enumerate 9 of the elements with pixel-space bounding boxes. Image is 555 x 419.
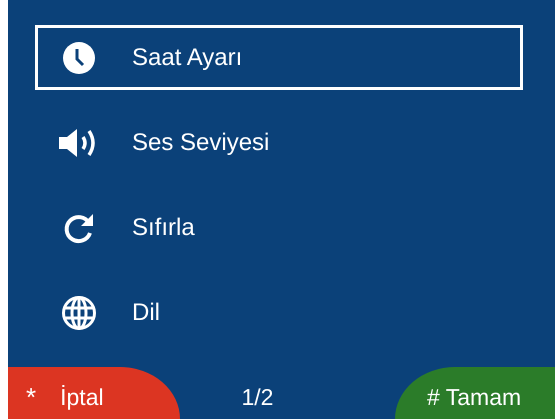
menu-item[interactable]: Sıfırla	[35, 195, 523, 260]
ok-button[interactable]: # Tamam	[394, 367, 555, 419]
clock-icon	[62, 40, 96, 74]
globe-icon	[61, 294, 97, 330]
page-indicator: 1/2	[242, 382, 274, 410]
menu-item[interactable]: Saat Ayarı	[35, 25, 523, 90]
cancel-button[interactable]: * İptal	[8, 367, 180, 419]
menu-item[interactable]: Ses Seviyesi	[35, 110, 523, 175]
menu-item[interactable]: Dil	[35, 280, 523, 345]
